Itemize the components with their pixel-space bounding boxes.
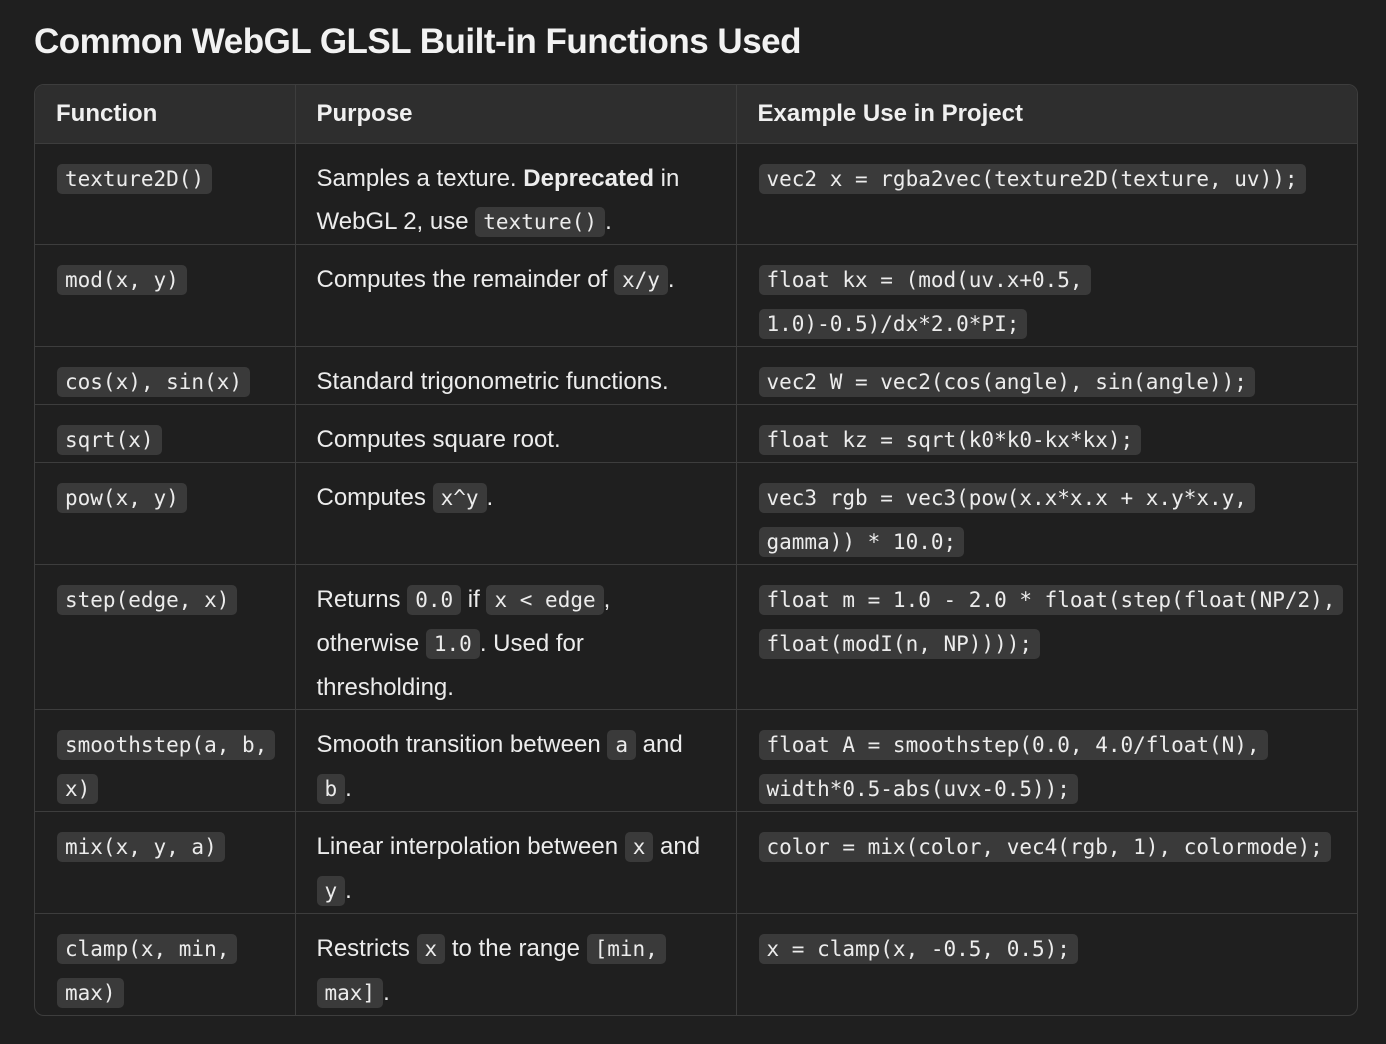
table-row: pow(x, y) Computes x^y. vec3 rgb = vec3(po…: [35, 461, 1357, 564]
purpose-cell: Linear interpolation between x and y.: [295, 810, 737, 913]
example-code: float kx = (mod(uv.x+0.5, 1.0)-0.5)/dx*2…: [758, 264, 1091, 339]
inline-code: 1.0: [425, 628, 480, 659]
function-name-code: smoothstep(a, b, x): [57, 729, 276, 804]
purpose-text: Returns: [316, 585, 408, 613]
purpose-cell: Samples a texture. Deprecated in WebGL 2…: [295, 143, 737, 244]
example-cell: float kx = (mod(uv.x+0.5, 1.0)-0.5)/dx*2…: [736, 243, 1357, 346]
example-code: vec2 W = vec2(cos(angle), sin(angle));: [758, 366, 1255, 397]
purpose-text: .: [667, 265, 675, 293]
example-cell: vec2 x = rgba2vec(texture2D(texture, uv)…: [736, 143, 1357, 244]
example-code: float kz = sqrt(k0*k0-kx*kx);: [758, 424, 1142, 455]
purpose-text: and: [636, 730, 683, 758]
purpose-text: and: [653, 832, 701, 860]
function-name-code: cos(x), sin(x): [57, 366, 251, 397]
example-cell: vec3 rgb = vec3(pow(x.x*x.x + x.y*x.y, g…: [736, 461, 1357, 564]
function-name-code: step(edge, x): [57, 584, 238, 615]
function-cell: mix(x, y, a): [35, 810, 296, 913]
function-name-code: mod(x, y): [57, 264, 187, 295]
function-cell: clamp(x, min, max): [35, 912, 296, 1015]
column-header-function: Function: [35, 85, 296, 144]
example-cell: float kz = sqrt(k0*k0-kx*kx);: [736, 403, 1357, 462]
example-cell: vec2 W = vec2(cos(angle), sin(angle));: [736, 345, 1357, 404]
purpose-text: Computes: [316, 483, 433, 511]
purpose-text: if: [461, 585, 487, 613]
function-name-code: pow(x, y): [57, 482, 187, 513]
column-header-example: Example Use in Project: [736, 85, 1357, 144]
example-cell: float m = 1.0 - 2.0 * float(step(float(N…: [736, 563, 1357, 709]
table-header: Function Purpose Example Use in Project: [35, 85, 1357, 144]
function-name-code: mix(x, y, a): [57, 831, 225, 862]
bold-text: Deprecated: [523, 164, 654, 192]
function-cell: step(edge, x): [35, 563, 296, 709]
inline-code: x^y: [432, 482, 487, 513]
example-code: float m = 1.0 - 2.0 * float(step(float(N…: [758, 584, 1344, 659]
table-row: step(edge, x) Returns 0.0 if x < edge, ot…: [35, 563, 1357, 709]
header-row: Function Purpose Example Use in Project: [35, 85, 1357, 144]
table-row: mod(x, y) Computes the remainder of x/y. f…: [35, 243, 1357, 346]
inline-code: x: [416, 933, 446, 964]
purpose-cell: Returns 0.0 if x < edge, otherwise 1.0. …: [295, 563, 737, 709]
purpose-text: .: [605, 207, 612, 235]
purpose-text: Computes the remainder of: [316, 265, 614, 293]
page: Common WebGL GLSL Built-in Functions Use…: [0, 0, 1386, 1044]
inline-code: b: [316, 773, 346, 804]
function-cell: pow(x, y): [35, 461, 296, 564]
purpose-cell: Computes square root.: [295, 403, 737, 462]
example-code: color = mix(color, vec4(rgb, 1), colormo…: [758, 831, 1331, 862]
example-cell: color = mix(color, vec4(rgb, 1), colormo…: [736, 810, 1357, 913]
table-row: sqrt(x) Computes square root. float kz = s…: [35, 403, 1357, 462]
purpose-cell: Standard trigonometric functions.: [295, 345, 737, 404]
inline-code: 0.0: [407, 584, 462, 615]
purpose-text: .: [345, 876, 352, 904]
table-row: mix(x, y, a) Linear interpolation between…: [35, 810, 1357, 913]
table-row: clamp(x, min, max) Restricts x to the ran…: [35, 912, 1357, 1015]
functions-table: Function Purpose Example Use in Project …: [34, 84, 1358, 1016]
table-body: texture2D() Samples a texture. Deprecated…: [35, 143, 1357, 1015]
purpose-cell: Computes x^y.: [295, 461, 737, 564]
column-header-purpose: Purpose: [295, 85, 737, 144]
example-code: float A = smoothstep(0.0, 4.0/float(N), …: [758, 729, 1268, 804]
function-name-code: sqrt(x): [57, 424, 162, 455]
purpose-text: .: [345, 774, 352, 802]
inline-code: x < edge: [486, 584, 604, 615]
purpose-cell: Restricts x to the range [min, max].: [295, 912, 737, 1015]
inline-code: x: [624, 831, 654, 862]
function-name-code: clamp(x, min, max): [57, 933, 238, 1008]
function-cell: sqrt(x): [35, 403, 296, 462]
inline-code: y: [316, 875, 346, 906]
purpose-text: Smooth transition between: [316, 730, 608, 758]
function-cell: smoothstep(a, b, x): [35, 708, 296, 811]
inline-code: x/y: [613, 264, 668, 295]
example-code: vec2 x = rgba2vec(texture2D(texture, uv)…: [758, 163, 1306, 194]
purpose-text: Samples a texture.: [316, 164, 524, 192]
purpose-cell: Computes the remainder of x/y.: [295, 243, 737, 346]
example-code: x = clamp(x, -0.5, 0.5);: [758, 933, 1078, 964]
table-row: cos(x), sin(x) Standard trigonometric fun…: [35, 345, 1357, 404]
table-row: texture2D() Samples a texture. Deprecated…: [35, 143, 1357, 244]
page-title: Common WebGL GLSL Built-in Functions Use…: [34, 22, 802, 61]
inline-code: a: [607, 729, 636, 760]
table: Function Purpose Example Use in Project …: [35, 85, 1357, 1015]
purpose-text: .: [486, 483, 494, 511]
purpose-text: Computes square root.: [316, 425, 561, 453]
purpose-text: Standard trigonometric functions.: [316, 367, 669, 395]
purpose-text: to the range: [445, 934, 587, 962]
function-cell: texture2D(): [35, 143, 296, 244]
purpose-cell: Smooth transition between a and b.: [295, 708, 737, 811]
function-name-code: texture2D(): [57, 163, 213, 194]
purpose-text: Linear interpolation between: [316, 832, 625, 860]
purpose-text: .: [383, 978, 390, 1006]
example-cell: x = clamp(x, -0.5, 0.5);: [736, 912, 1357, 1015]
purpose-text: Restricts: [316, 934, 417, 962]
function-cell: cos(x), sin(x): [35, 345, 296, 404]
inline-code: texture(): [475, 206, 606, 237]
example-cell: float A = smoothstep(0.0, 4.0/float(N), …: [736, 708, 1357, 811]
table-row: smoothstep(a, b, x) Smooth transition bet…: [35, 708, 1357, 811]
function-cell: mod(x, y): [35, 243, 296, 346]
example-code: vec3 rgb = vec3(pow(x.x*x.x + x.y*x.y, g…: [758, 482, 1255, 557]
